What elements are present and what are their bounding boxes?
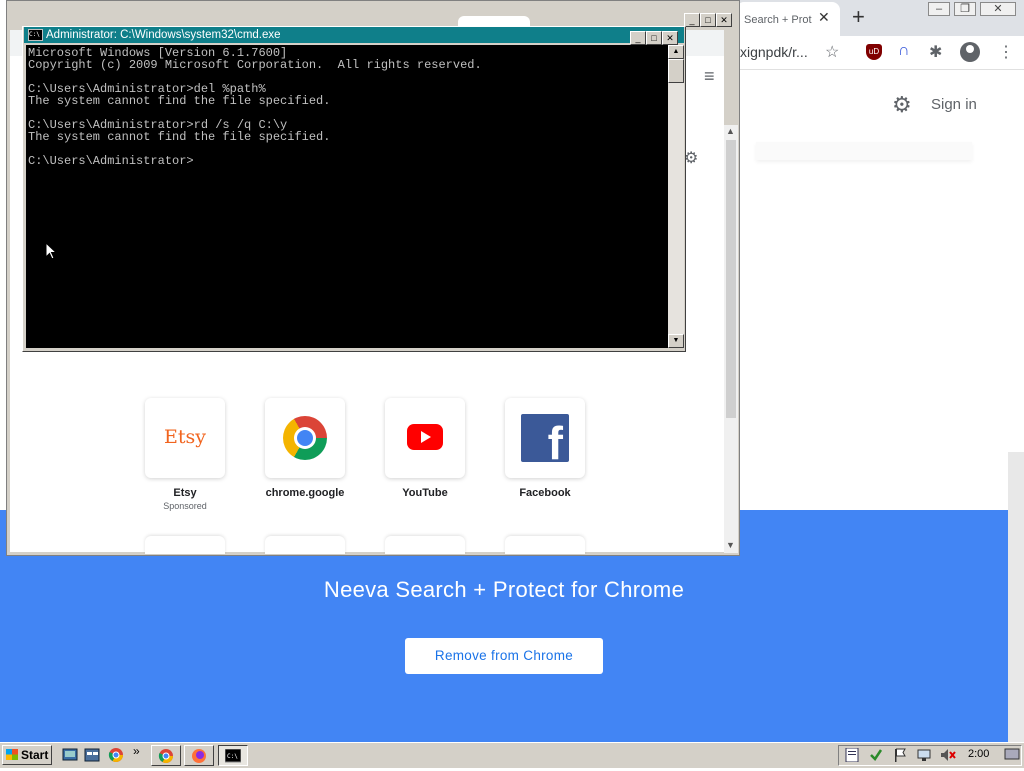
extensions-puzzle-icon[interactable]: ✱ [929, 42, 942, 62]
explorer-icon[interactable] [84, 747, 102, 763]
shortcut-tile-partial[interactable] [505, 536, 585, 554]
shortcut-tile-partial[interactable] [385, 536, 465, 554]
shortcut-tile: Etsy [145, 398, 225, 478]
taskbar-firefox-button[interactable] [184, 745, 214, 766]
tab-close-icon[interactable]: ✕ [818, 9, 830, 26]
shortcut-label: chrome.google [265, 487, 345, 499]
maximize-icon[interactable]: □ [700, 13, 716, 27]
notes-tray-icon[interactable] [845, 747, 859, 767]
browser-window-controls: _ □ ✕ [684, 10, 732, 28]
maximize-icon[interactable]: □ [646, 31, 662, 45]
show-desktop-tray-icon[interactable] [1004, 746, 1020, 767]
hamburger-menu-icon[interactable]: ≡ [704, 66, 715, 87]
security-check-tray-icon[interactable] [869, 748, 883, 767]
cmd-title-bar[interactable]: Administrator: C:\Windows\system32\cmd.e… [24, 27, 684, 43]
cmd-scrollbar-thumb[interactable] [668, 59, 684, 83]
cmd-scrollbar[interactable] [668, 45, 684, 348]
customize-gear-icon[interactable]: ⚙ [684, 148, 698, 168]
minimize-icon[interactable]: – [928, 2, 950, 16]
new-tab-icon[interactable]: + [852, 4, 865, 30]
background-tab-title: Search + Prot [744, 14, 812, 26]
shortcut-facebook[interactable]: f Facebook [485, 398, 605, 499]
shortcut-tile: f [505, 398, 585, 478]
browser-scrollbar-thumb[interactable] [726, 140, 736, 418]
scroll-down-icon[interactable]: ▼ [668, 334, 684, 348]
taskbar-chrome-button[interactable] [151, 745, 181, 766]
scroll-up-icon[interactable]: ▲ [668, 45, 684, 59]
minimize-icon[interactable]: _ [630, 31, 646, 45]
bookmark-star-icon[interactable]: ☆ [825, 42, 839, 62]
shortcut-label: Facebook [519, 487, 571, 499]
svg-text:C:\: C:\ [227, 753, 238, 760]
minimize-icon[interactable]: _ [684, 13, 700, 27]
windows-logo-icon [6, 749, 18, 760]
taskbar-clock[interactable]: 2:00 [968, 748, 989, 760]
address-bar-text[interactable]: xignpdk/r... [740, 44, 808, 60]
close-icon[interactable]: ✕ [662, 31, 678, 45]
shortcut-etsy[interactable]: Etsy Etsy Sponsored [125, 398, 245, 511]
shortcut-tile-partial[interactable] [145, 536, 225, 554]
chrome-quicklaunch-icon[interactable] [108, 747, 126, 763]
scroll-down-icon[interactable]: ▼ [726, 540, 735, 550]
shortcut-tile [385, 398, 465, 478]
page-scrollbar[interactable] [1008, 452, 1024, 742]
cmd-console[interactable]: Microsoft Windows [Version 6.1.7600] Copy… [26, 45, 668, 348]
cmd-icon: C:\ [224, 748, 242, 763]
shortcut-youtube[interactable]: YouTube [365, 398, 485, 499]
remove-from-chrome-button[interactable]: Remove from Chrome [405, 638, 603, 674]
chrome-icon [158, 749, 173, 763]
taskbar-cmd-button[interactable]: C:\ [218, 745, 248, 766]
cmd-app-icon[interactable]: C:\ [28, 29, 43, 41]
banner-title: Neeva Search + Protect for Chrome [323, 577, 685, 602]
chrome-logo-icon [283, 416, 327, 460]
shortcut-label: YouTube [402, 487, 448, 499]
close-icon[interactable]: ✕ [980, 2, 1016, 16]
shortcut-tile [265, 398, 345, 478]
etsy-logo-icon: Etsy [164, 426, 206, 448]
settings-gear-icon[interactable]: ⚙ [892, 92, 912, 118]
console-line: The system cannot find the file specifie… [28, 94, 331, 108]
sign-in-link[interactable]: Sign in [931, 96, 977, 113]
sponsored-label: Sponsored [163, 501, 207, 511]
magnet-extension-icon[interactable]: ∩ [898, 42, 910, 60]
console-line: The system cannot find the file specifie… [28, 130, 331, 144]
quicklaunch-overflow[interactable]: » [133, 744, 140, 758]
search-box-shadow [756, 142, 972, 160]
restore-icon[interactable]: ❐ [954, 2, 976, 16]
volume-muted-icon[interactable] [940, 748, 956, 767]
shortcut-chrome-google[interactable]: chrome.google [245, 398, 365, 499]
action-center-flag-icon[interactable] [893, 748, 907, 767]
scroll-up-icon[interactable]: ▲ [726, 126, 735, 136]
menu-kebab-icon[interactable]: ⋮ [998, 42, 1014, 62]
console-prompt: C:\Users\Administrator> [28, 154, 194, 168]
console-line: Copyright (c) 2009 Microsoft Corporation… [28, 58, 482, 72]
ublock-extension-icon[interactable]: uD [866, 44, 882, 60]
shortcut-tile-partial[interactable] [265, 536, 345, 554]
mouse-cursor-icon [45, 242, 57, 260]
youtube-logo-icon [407, 424, 443, 450]
profile-avatar-icon[interactable] [960, 42, 980, 62]
firefox-icon [192, 749, 206, 763]
cmd-window-controls: _ □ ✕ [630, 28, 678, 46]
facebook-logo-icon: f [521, 414, 569, 462]
show-desktop-icon[interactable] [62, 747, 80, 763]
close-icon[interactable]: ✕ [716, 13, 732, 27]
network-tray-icon[interactable] [917, 748, 931, 767]
shortcut-label: Etsy [173, 487, 197, 499]
